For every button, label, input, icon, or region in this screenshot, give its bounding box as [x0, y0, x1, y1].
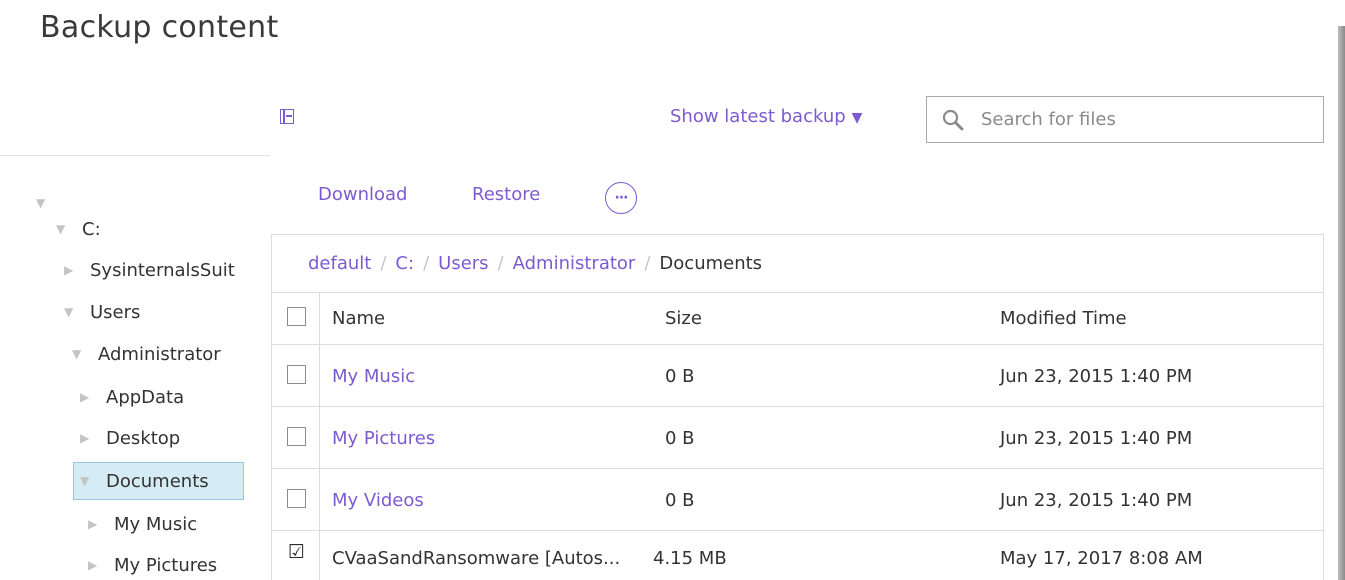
column-header-modified-time[interactable]: Modified Time — [1000, 308, 1127, 329]
breadcrumb-separator: / — [497, 253, 504, 274]
select-all-checkbox[interactable] — [287, 307, 306, 326]
breadcrumb-documents: Documents — [659, 253, 763, 274]
table-row[interactable]: My Videos 0 B Jun 23, 2015 1:40 PM — [272, 468, 1323, 530]
checkmark-icon: ☑ — [288, 541, 306, 563]
row-checkbox-checked[interactable]: ☑ — [287, 543, 306, 567]
triangle-down-icon: ▼ — [80, 474, 90, 488]
file-size: 0 B — [665, 490, 695, 511]
table-header-row: Name Size Modified Time — [272, 292, 1323, 344]
tree-item-label: Documents — [106, 470, 209, 492]
tree-item-users[interactable]: ▼ Users — [64, 297, 140, 327]
show-latest-backup-dropdown[interactable]: Show latest backup ▼ — [670, 106, 862, 127]
breadcrumb: default / C: / Users / Administrator / D… — [271, 234, 1324, 292]
table-row[interactable]: My Pictures 0 B Jun 23, 2015 1:40 PM — [272, 406, 1323, 468]
breadcrumb-default[interactable]: default — [308, 253, 371, 274]
row-checkbox[interactable] — [287, 489, 306, 508]
tree-item-c[interactable]: ▼ C: — [56, 214, 101, 244]
restore-button[interactable]: Restore — [472, 184, 540, 205]
search-input[interactable] — [981, 97, 1311, 142]
show-latest-label: Show latest backup — [670, 106, 846, 127]
row-checkbox[interactable] — [287, 365, 306, 384]
file-name[interactable]: CVaaSandRansomware [Autos... — [332, 548, 620, 569]
tree-item-label: AppData — [106, 386, 185, 408]
file-table: Name Size Modified Time My Music 0 B Jun… — [271, 292, 1324, 580]
search-box — [926, 96, 1324, 143]
search-icon — [942, 109, 964, 131]
file-name-link[interactable]: My Videos — [332, 490, 424, 511]
ellipsis-glyph: ··· — [614, 190, 629, 206]
page-title: Backup content — [40, 10, 279, 45]
more-options-icon[interactable]: ··· — [605, 182, 637, 214]
folder-tree: ▼ ▼ C: ▶ SysinternalsSuit ▼ Users ▼ Admi… — [0, 155, 270, 580]
file-modified-time: Jun 23, 2015 1:40 PM — [1000, 366, 1193, 387]
file-size: 0 B — [665, 366, 695, 387]
file-size: 0 B — [665, 428, 695, 449]
triangle-right-icon: ▶ — [88, 517, 98, 531]
triangle-down-icon: ▼ — [36, 196, 46, 210]
triangle-down-icon: ▼ — [56, 222, 66, 236]
breadcrumb-separator: / — [380, 253, 387, 274]
column-header-size[interactable]: Size — [665, 308, 702, 329]
breadcrumb-c[interactable]: C: — [395, 253, 414, 274]
tree-item-administrator[interactable]: ▼ Administrator — [72, 339, 221, 369]
tree-item-appdata[interactable]: ▶ AppData — [80, 382, 184, 412]
triangle-down-icon: ▼ — [64, 305, 74, 319]
triangle-right-icon: ▶ — [80, 431, 90, 445]
row-checkbox[interactable] — [287, 427, 306, 446]
breadcrumb-separator: / — [423, 253, 430, 274]
tree-item-my-music[interactable]: ▶ My Music — [88, 509, 197, 539]
tree-item-label: Users — [90, 301, 141, 323]
triangle-right-icon: ▶ — [64, 263, 74, 277]
file-modified-time: Jun 23, 2015 1:40 PM — [1000, 490, 1193, 511]
breadcrumb-separator: / — [644, 253, 651, 274]
file-modified-time: Jun 23, 2015 1:40 PM — [1000, 428, 1193, 449]
breadcrumb-administrator[interactable]: Administrator — [513, 253, 636, 274]
triangle-down-icon: ▼ — [72, 347, 82, 361]
download-button[interactable]: Download — [318, 184, 407, 205]
breadcrumb-users[interactable]: Users — [438, 253, 488, 274]
tree-item-desktop[interactable]: ▶ Desktop — [80, 423, 180, 453]
column-header-name[interactable]: Name — [332, 308, 385, 329]
tree-item-my-pictures[interactable]: ▶ My Pictures — [88, 550, 217, 580]
triangle-right-icon: ▶ — [88, 558, 98, 572]
sidebar-collapse-icon[interactable] — [280, 109, 294, 124]
tree-item-label: SysinternalsSuit — [90, 259, 235, 281]
tree-item-documents[interactable]: ▼ Documents — [73, 462, 244, 500]
file-name-link[interactable]: My Pictures — [332, 428, 435, 449]
file-name-link[interactable]: My Music — [332, 366, 415, 387]
tree-item-label: My Pictures — [114, 554, 218, 576]
tree-item-label: C: — [82, 218, 101, 240]
file-size: 4.15 MB — [653, 548, 727, 569]
table-row[interactable]: My Music 0 B Jun 23, 2015 1:40 PM — [272, 344, 1323, 406]
table-row[interactable]: ☑ CVaaSandRansomware [Autos... 4.15 MB M… — [272, 530, 1323, 580]
tree-item-label: Administrator — [98, 343, 221, 365]
triangle-right-icon: ▶ — [80, 390, 90, 404]
file-modified-time: May 17, 2017 8:08 AM — [1000, 548, 1203, 569]
tree-item-label: Desktop — [106, 427, 181, 449]
window-edge-shadow — [1338, 26, 1345, 580]
caret-down-icon: ▼ — [851, 110, 863, 126]
tree-item-sysinternalssuite[interactable]: ▶ SysinternalsSuit — [64, 255, 270, 285]
tree-item-label: My Music — [114, 513, 198, 535]
